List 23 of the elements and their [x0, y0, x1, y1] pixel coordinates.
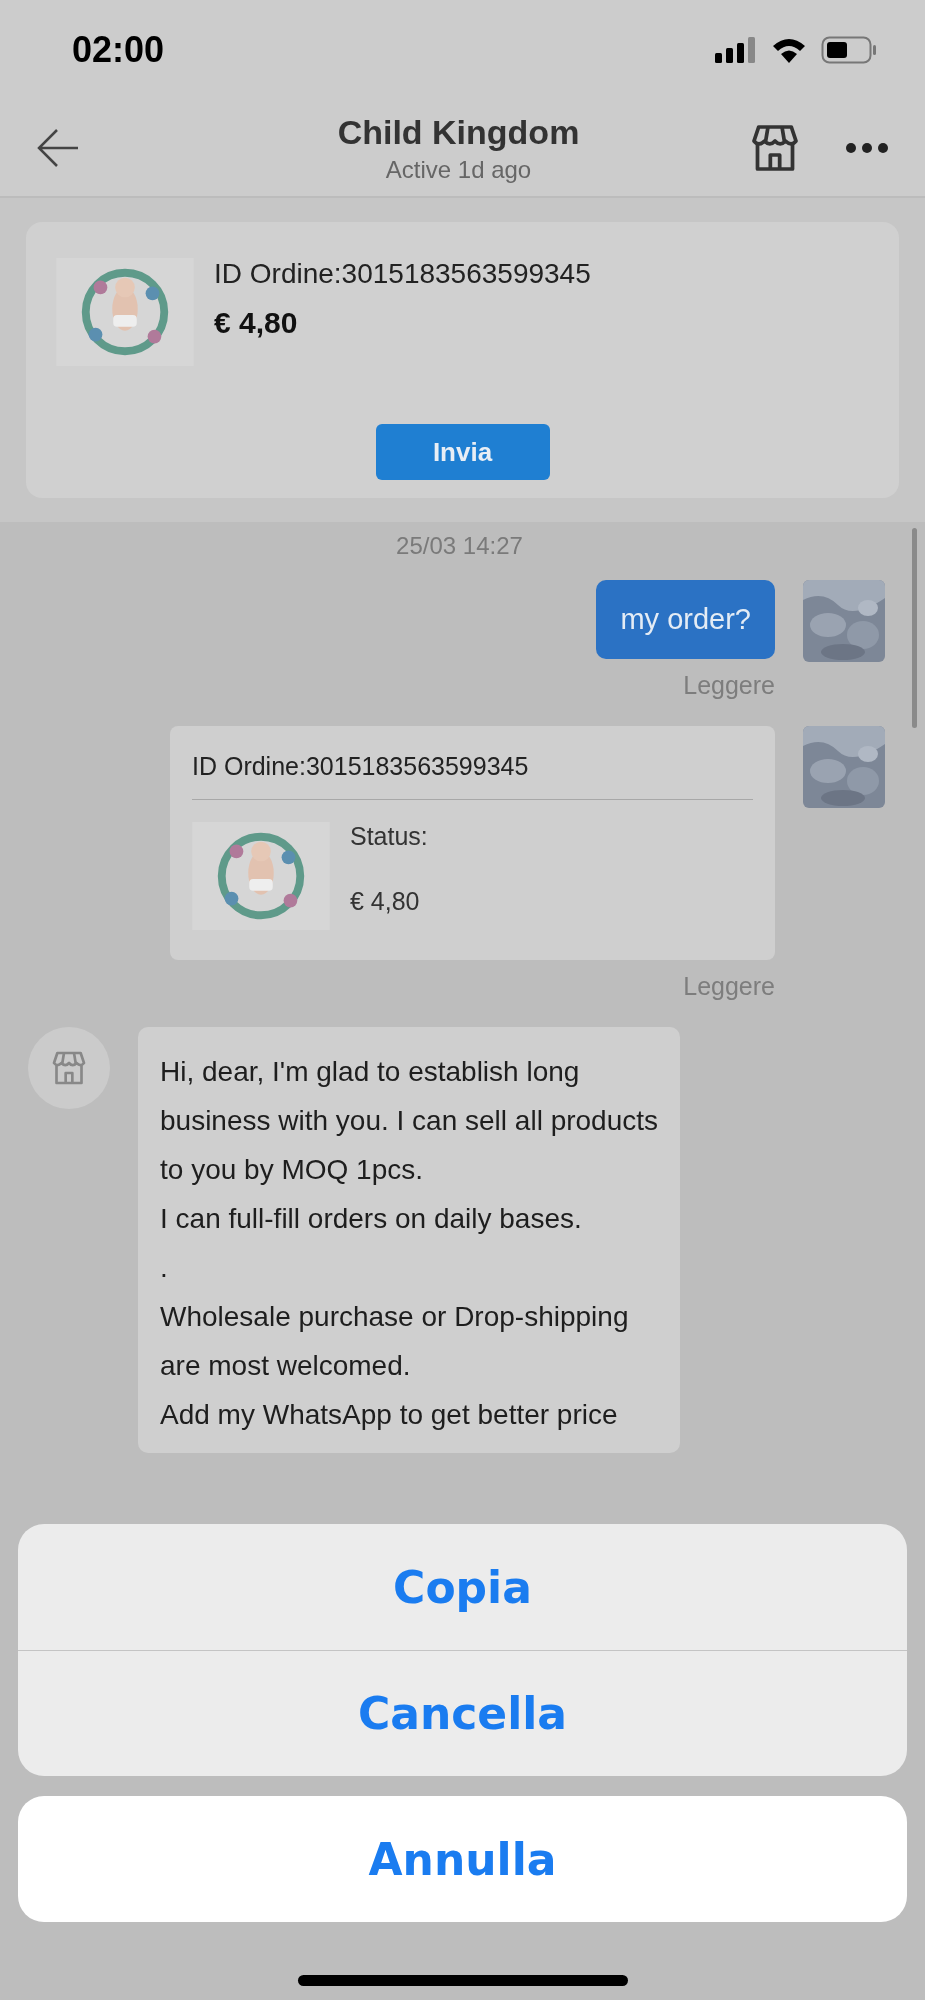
- read-status: Leggere: [683, 670, 775, 700]
- order-price: € 4,80: [214, 306, 299, 340]
- battery-icon: [821, 36, 877, 64]
- order-id: ID Ordine:3015183563599345: [214, 258, 591, 290]
- wifi-icon: [771, 36, 807, 64]
- status-time: 02:00: [72, 29, 165, 71]
- status-label: Status:: [350, 821, 428, 851]
- chat-title: Child Kingdom: [337, 112, 580, 152]
- order-price: € 4,80: [350, 886, 421, 916]
- message-bubble: my order?: [596, 580, 775, 659]
- message-bubble: Hi, dear, I'm glad to establish long business with you. I can sell all products to you by MOQ 1pcs. I can full-fill orders on daily bases. . Wholesale purchase or Drop-shipping are most welcomed. Add my WhatsApp to get better price: [138, 1026, 681, 1453]
- active-status: Active 1d ago: [385, 155, 532, 184]
- message-timestamp: 25/03 14:27: [395, 531, 524, 561]
- back-arrow-icon[interactable]: [36, 128, 80, 168]
- action-button[interactable]: Copia: [18, 1524, 907, 1650]
- more-icon[interactable]: [845, 142, 889, 154]
- cancel-button[interactable]: Annulla: [18, 1796, 907, 1922]
- order-id: ID Ordine:3015183563599345: [192, 751, 529, 780]
- read-status: Leggere: [683, 971, 775, 1001]
- action-button[interactable]: Cancella: [18, 1650, 907, 1776]
- send-button[interactable]: Invia: [375, 424, 550, 480]
- scrollbar[interactable]: [912, 528, 917, 728]
- signal-icon: [715, 37, 757, 63]
